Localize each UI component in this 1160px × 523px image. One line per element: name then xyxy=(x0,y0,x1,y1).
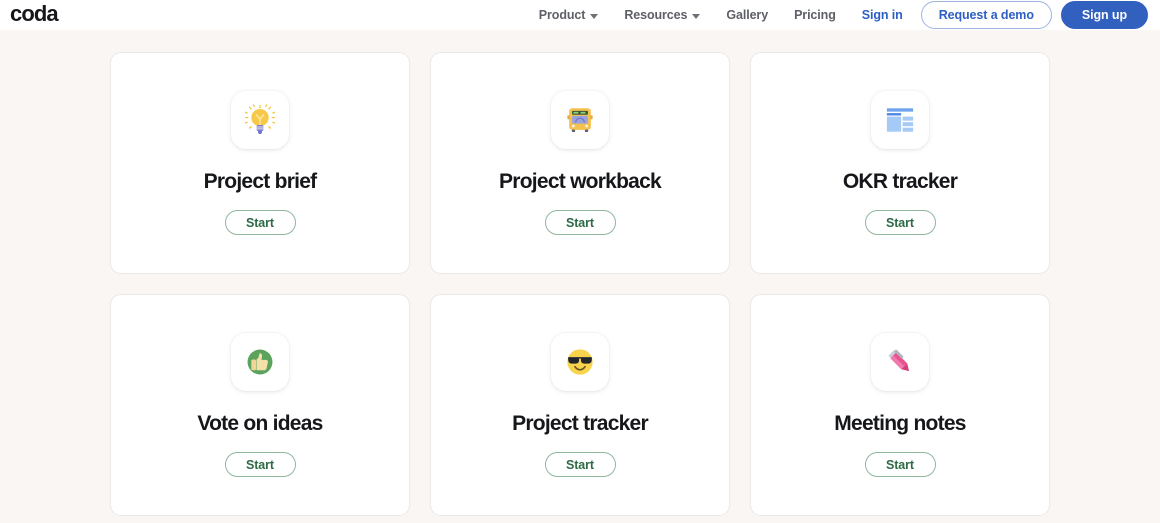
nav-item-gallery-label: Gallery xyxy=(726,8,769,22)
lightbulb-icon xyxy=(231,91,289,149)
chevron-down-icon xyxy=(692,13,701,19)
nav-item-sign-in-label: Sign in xyxy=(861,8,903,22)
main-navigation: Product Resources Gallery Pricing Sign i… xyxy=(526,1,1148,29)
pen-icon xyxy=(871,333,929,391)
coda-logo[interactable]: coda xyxy=(10,3,59,27)
template-card-project-brief[interactable]: Project brief Start xyxy=(110,52,410,274)
site-header: coda Product Resources Gallery Pricing S… xyxy=(0,0,1160,30)
nav-item-pricing-label: Pricing xyxy=(794,8,836,22)
nav-item-product[interactable]: Product xyxy=(526,8,612,22)
template-card-meeting-notes[interactable]: Meeting notes Start xyxy=(750,294,1050,516)
nav-item-sign-in[interactable]: Sign in xyxy=(849,8,917,22)
sign-up-button[interactable]: Sign up xyxy=(1060,1,1148,29)
start-button[interactable]: Start xyxy=(544,452,616,478)
template-card-project-workback[interactable]: Project workback Start xyxy=(430,52,730,274)
sunglasses-face-icon xyxy=(551,333,609,391)
card-title: Project tracker xyxy=(512,412,649,435)
thumbs-up-icon xyxy=(231,333,289,391)
template-grid: Project brief Start Project workback Sta… xyxy=(110,52,1050,516)
template-card-project-tracker[interactable]: Project tracker Start xyxy=(430,294,730,516)
nav-item-resources[interactable]: Resources xyxy=(611,8,713,22)
template-card-vote-on-ideas[interactable]: Vote on ideas Start xyxy=(110,294,410,516)
start-button[interactable]: Start xyxy=(224,210,296,236)
nav-item-pricing[interactable]: Pricing xyxy=(781,8,849,22)
page-layout-icon xyxy=(871,91,929,149)
template-card-okr-tracker[interactable]: OKR tracker Start xyxy=(750,52,1050,274)
request-demo-button[interactable]: Request a demo xyxy=(920,1,1052,29)
card-title: Meeting notes xyxy=(834,412,966,435)
nav-item-resources-label: Resources xyxy=(624,8,688,22)
card-title: OKR tracker xyxy=(842,170,958,193)
bus-icon xyxy=(551,91,609,149)
card-title: Project brief xyxy=(203,170,318,193)
card-title: Project workback xyxy=(499,170,662,193)
nav-item-gallery[interactable]: Gallery xyxy=(713,8,781,22)
card-title: Vote on ideas xyxy=(197,412,323,435)
start-button[interactable]: Start xyxy=(864,210,936,236)
chevron-down-icon xyxy=(590,13,599,19)
start-button[interactable]: Start xyxy=(544,210,616,236)
start-button[interactable]: Start xyxy=(224,452,296,478)
nav-item-product-label: Product xyxy=(538,8,586,22)
template-gallery: Project brief Start Project workback Sta… xyxy=(0,30,1160,523)
start-button[interactable]: Start xyxy=(864,452,936,478)
